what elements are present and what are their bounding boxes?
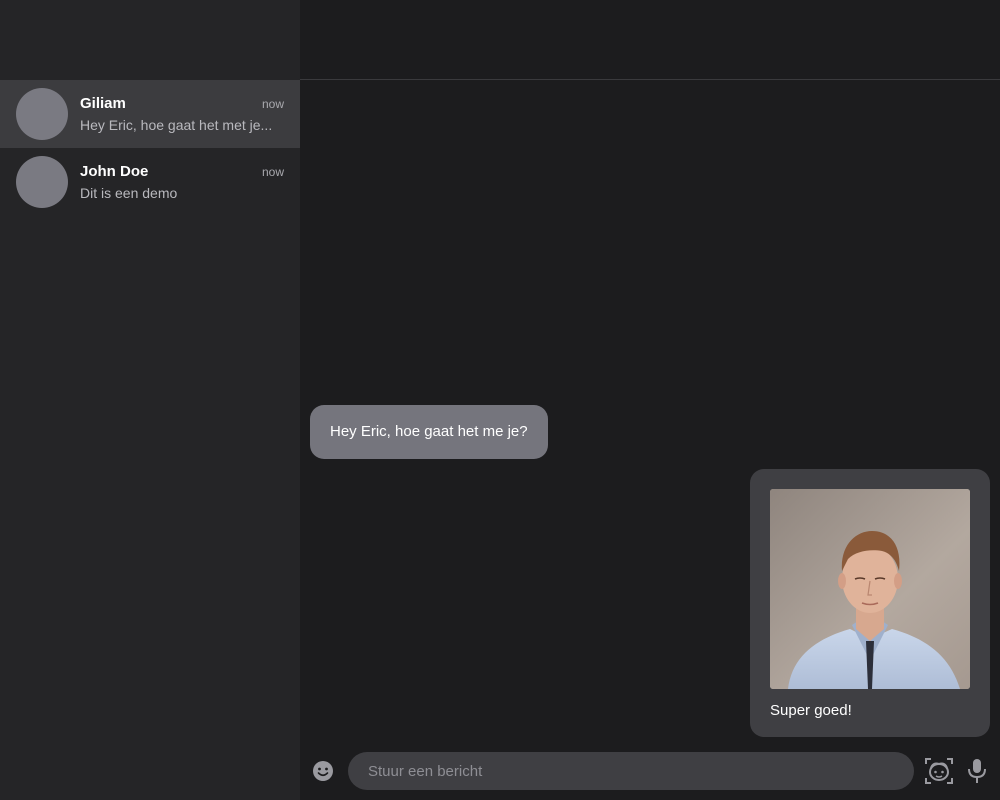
sidebar-header bbox=[0, 0, 300, 80]
received-message-bubble: Hey Eric, hoe gaat het me je? bbox=[310, 405, 548, 459]
conversation-item-giliam[interactable]: Giliam now Hey Eric, hoe gaat het met je… bbox=[0, 80, 300, 148]
chat-app: Giliam now Hey Eric, hoe gaat het met je… bbox=[0, 0, 1000, 800]
portrait-photo bbox=[770, 489, 970, 689]
sidebar: Giliam now Hey Eric, hoe gaat het met je… bbox=[0, 0, 300, 800]
conversation-text: John Doe now Dit is een demo bbox=[80, 163, 284, 201]
conversation-item-john-doe[interactable]: John Doe now Dit is een demo bbox=[0, 148, 300, 216]
conversation-list: Giliam now Hey Eric, hoe gaat het met je… bbox=[0, 80, 300, 216]
chat-panel: Hey Eric, hoe gaat het me je? Super goed… bbox=[300, 0, 1000, 800]
conversation-text: Giliam now Hey Eric, hoe gaat het met je… bbox=[80, 95, 284, 133]
chat-header bbox=[300, 0, 1000, 80]
message-input[interactable] bbox=[348, 752, 914, 790]
face-capture-icon[interactable] bbox=[924, 756, 954, 786]
conversation-preview: Dit is een demo bbox=[80, 185, 178, 201]
conversation-time: now bbox=[261, 165, 284, 179]
conversation-name: Giliam bbox=[80, 95, 126, 112]
sent-message-text: Super goed! bbox=[770, 702, 852, 719]
conversation-top-row: Giliam now bbox=[80, 95, 284, 112]
conversation-preview: Hey Eric, hoe gaat het met je... bbox=[80, 117, 273, 133]
avatar bbox=[16, 156, 68, 208]
avatar bbox=[16, 88, 68, 140]
conversation-top-row: John Doe now bbox=[80, 163, 284, 180]
conversation-time: now bbox=[261, 97, 284, 111]
message-composer bbox=[300, 752, 1000, 790]
photo-attachment[interactable] bbox=[770, 489, 970, 689]
conversation-name: John Doe bbox=[80, 163, 149, 180]
microphone-icon[interactable] bbox=[966, 758, 988, 784]
emoji-icon[interactable] bbox=[312, 760, 334, 782]
sent-message-bubble: Super goed! bbox=[750, 469, 990, 737]
